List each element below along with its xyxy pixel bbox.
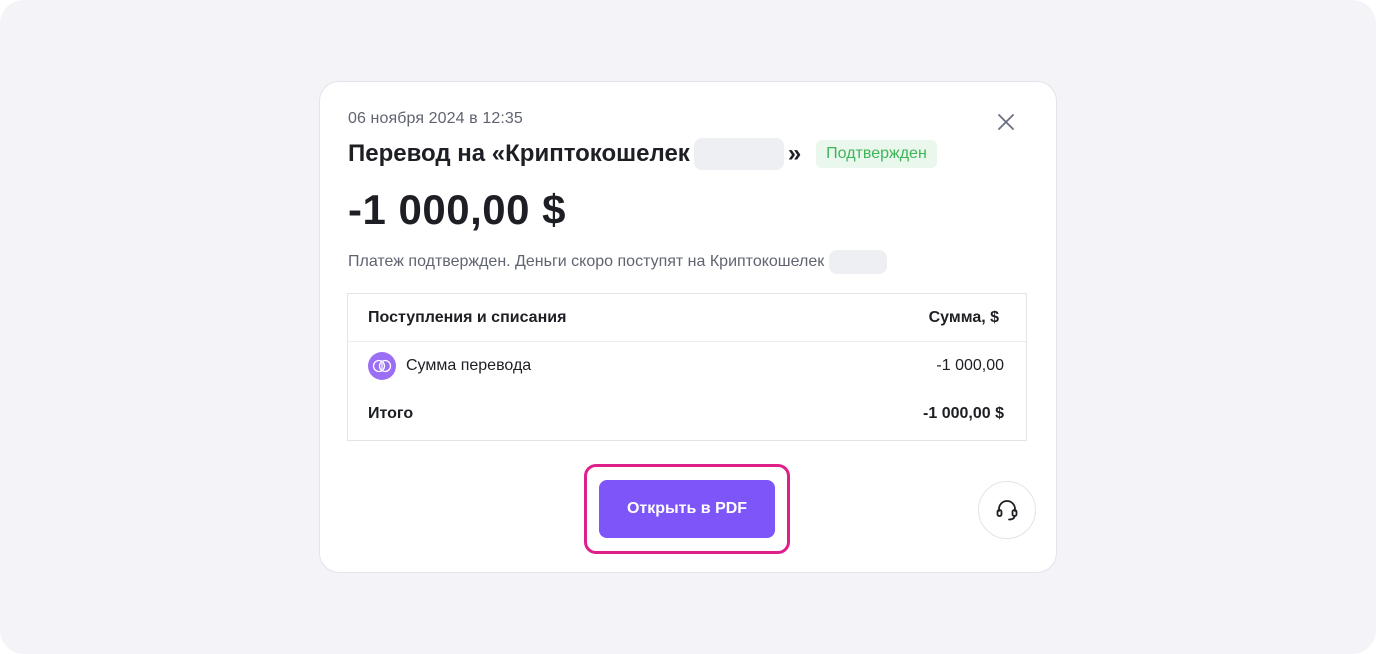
headset-icon	[996, 500, 1018, 521]
table-header: Поступления и списания Сумма, $	[348, 294, 1026, 342]
status-note-text: Платеж подтвержден. Деньги скоро поступя…	[348, 253, 825, 270]
transaction-modal: 06 ноября 2024 в 12:35 Перевод на «Крипт…	[319, 81, 1057, 573]
page-title: Перевод на «Криптокошелек »	[348, 138, 801, 170]
column-header-amount: Сумма, $	[928, 308, 999, 326]
row-label: Сумма перевода	[406, 357, 532, 374]
close-icon	[998, 114, 1014, 130]
total-value: -1 000,00 $	[923, 405, 1004, 422]
total-label: Итого	[368, 405, 414, 422]
column-header-operations: Поступления и списания	[368, 308, 567, 326]
redacted-wallet-name	[829, 250, 888, 274]
redacted-wallet-name	[693, 138, 784, 170]
title-suffix: »	[787, 140, 802, 167]
close-button[interactable]	[992, 108, 1020, 136]
transfer-amount: -1 000,00 $	[348, 186, 567, 233]
title-prefix: Перевод на «Криптокошелек	[348, 140, 690, 167]
title-row: Перевод на «Криптокошелек » Подтвержден	[348, 138, 937, 170]
transaction-date: 06 ноября 2024 в 12:35	[348, 110, 523, 127]
support-button[interactable]	[978, 481, 1036, 539]
status-note: Платеж подтвержден. Деньги скоро поступя…	[348, 250, 888, 274]
coin-transfer-icon	[368, 352, 396, 380]
table-row: Сумма перевода -1 000,00	[348, 342, 1026, 390]
status-badge: Подтвержден	[816, 140, 937, 168]
table-total-row: Итого -1 000,00 $	[348, 390, 1026, 438]
row-value: -1 000,00	[936, 357, 1004, 374]
open-pdf-button[interactable]: Открыть в PDF	[599, 480, 775, 538]
backdrop: 06 ноября 2024 в 12:35 Перевод на «Крипт…	[0, 0, 1376, 654]
breakdown-table: Поступления и списания Сумма, $ Сумма пе…	[347, 293, 1027, 441]
row-label-group: Сумма перевода	[368, 352, 531, 380]
